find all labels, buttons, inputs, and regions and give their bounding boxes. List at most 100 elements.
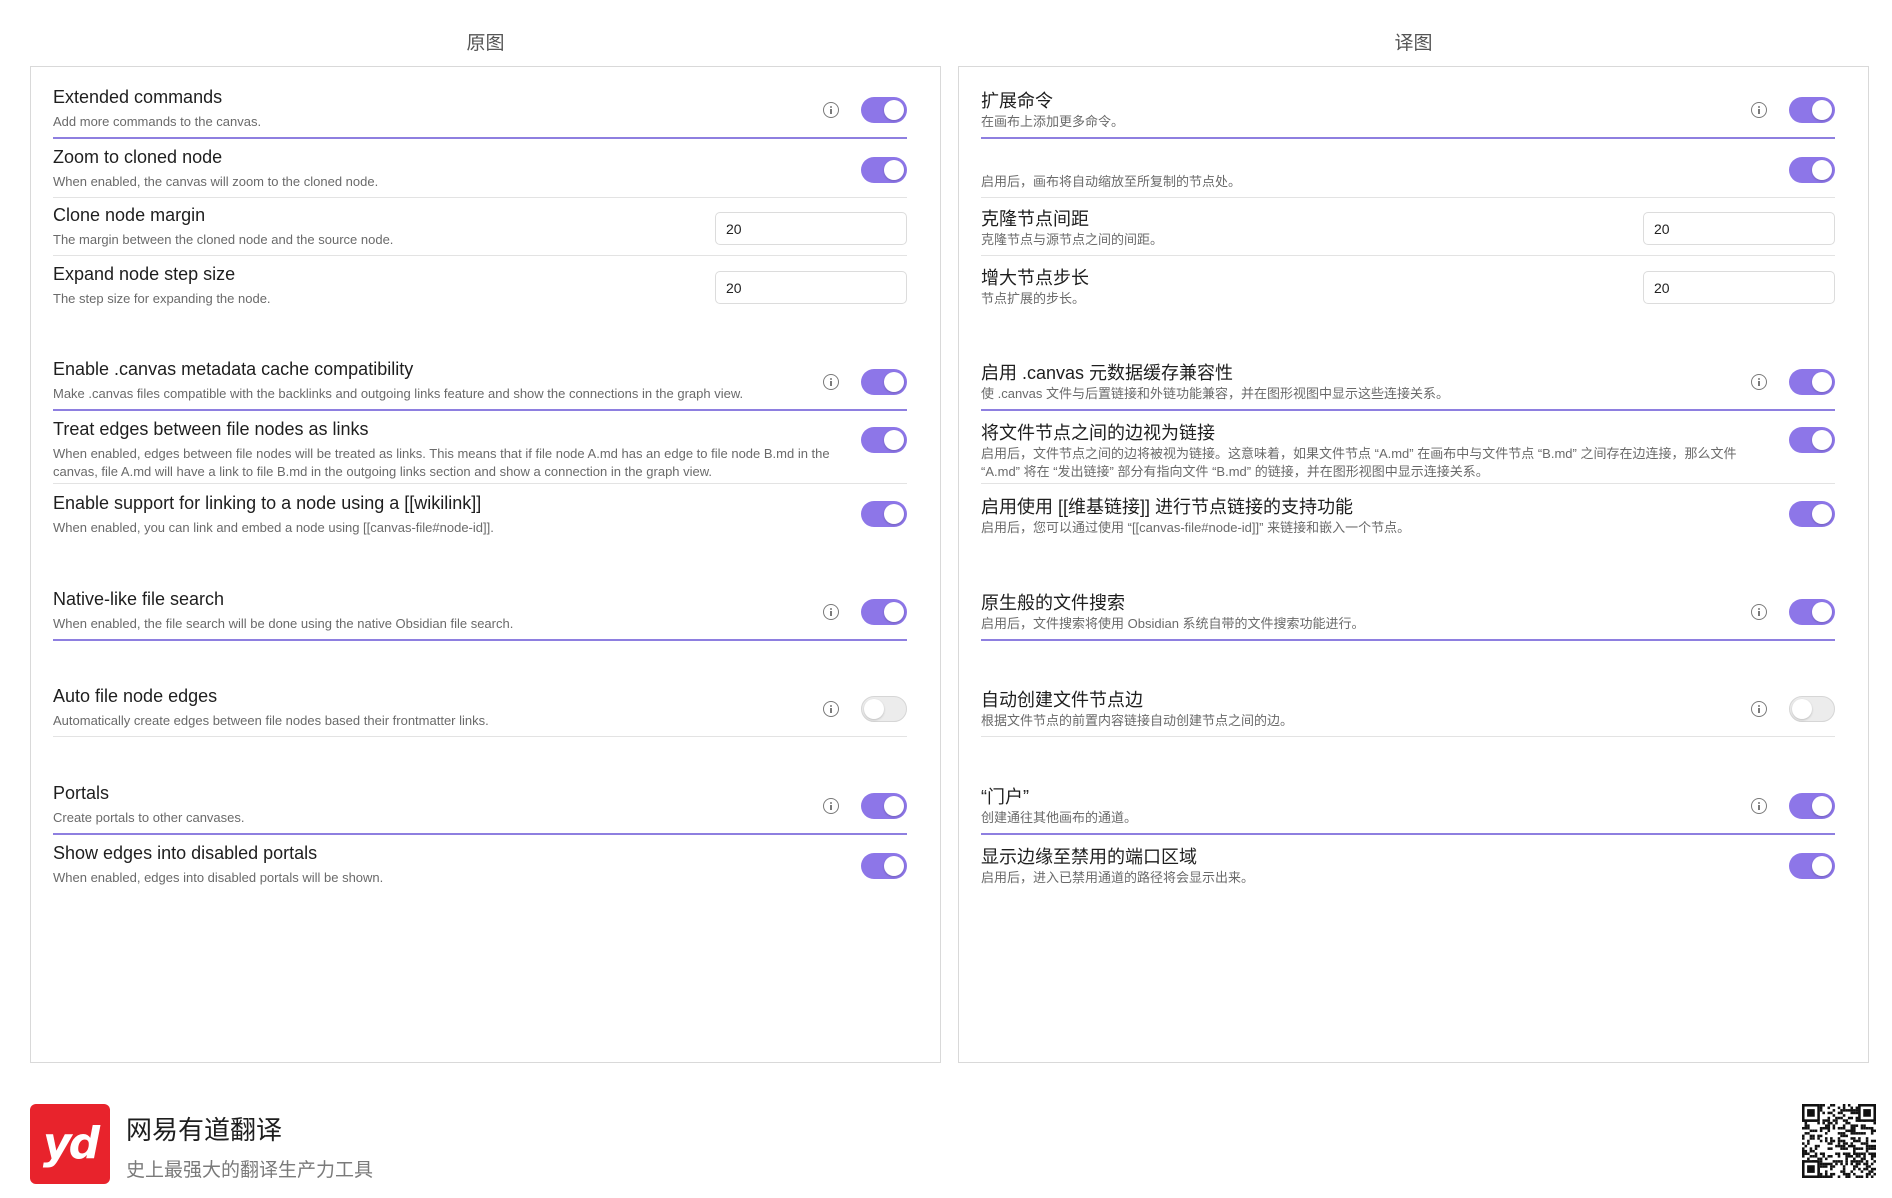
setting-description: When enabled, the file search will be do… [53, 616, 514, 631]
toggle-switch[interactable] [1789, 97, 1835, 123]
setting-name: Native-like file search [53, 589, 225, 609]
setting-name: Enable .canvas metadata cache compatibil… [53, 359, 414, 379]
setting-description: When enabled, the canvas will zoom to th… [53, 174, 379, 189]
setting-row: Enable .canvas metadata cache compatibil… [53, 351, 907, 411]
setting-name: 启用使用 [[维基链接]] 进行节点链接的支持功能 [981, 497, 1354, 517]
info-icon[interactable] [823, 102, 839, 118]
translated-settings-panel: 扩展命令 在画布上添加更多命令。 启用后，画布将自动缩放至所复制的节点处。 克隆节点间… [958, 66, 1869, 1063]
setting-row: 原生般的文件搜索启用后，文件搜索将使用 Obsidian 系统自带的文件搜索功能… [981, 581, 1835, 641]
setting-description: 节点扩展的步长。 [981, 291, 1086, 306]
setting-row: Clone node margin The margin between the … [53, 197, 907, 256]
setting-name: 启用 .canvas 元数据缓存兼容性 [981, 363, 1234, 383]
toggle-switch[interactable] [861, 853, 907, 879]
setting-row: 显示边缘至禁用的端口区域 启用后，进入已禁用通道的路径将会显示出来。 [981, 835, 1835, 895]
number-input[interactable] [715, 271, 907, 304]
toggle-knob [1812, 100, 1832, 120]
setting-description: 创建通往其他画布的通道。 [981, 810, 1138, 825]
toggle-switch[interactable] [1789, 369, 1835, 395]
setting-name: Clone node margin [53, 205, 206, 225]
row-divider [981, 639, 1835, 641]
toggle-knob [884, 430, 904, 450]
toggle-switch[interactable] [861, 427, 907, 453]
row-divider [53, 639, 907, 641]
toggle-knob [884, 100, 904, 120]
setting-description: Make .canvas files compatible with the b… [53, 386, 744, 401]
info-icon[interactable] [1751, 701, 1767, 717]
toggle-switch[interactable] [1789, 427, 1835, 453]
setting-description: 启用后，文件搜索将使用 Obsidian 系统自带的文件搜索功能进行。 [981, 616, 1365, 631]
toggle-knob [864, 699, 884, 719]
toggle-switch[interactable] [861, 97, 907, 123]
toggle-knob [884, 504, 904, 524]
toggle-switch[interactable] [861, 369, 907, 395]
setting-name: 增大节点步长 [981, 268, 1089, 288]
toggle-switch[interactable] [1789, 853, 1835, 879]
setting-description: Automatically create edges between file … [53, 713, 489, 728]
setting-name: 原生般的文件搜索 [981, 593, 1125, 613]
toggle-switch[interactable] [861, 501, 907, 527]
setting-description: 启用后，画布将自动缩放至所复制的节点处。 [981, 174, 1242, 189]
setting-row: Portals Create portals to other canvases. [53, 775, 907, 835]
setting-row: 增大节点步长节点扩展的步长。 [981, 256, 1835, 316]
number-input[interactable] [1643, 212, 1835, 245]
setting-name: Expand node step size [53, 264, 236, 284]
page: 原图 译图 Extended commands Add more commands… [0, 0, 1892, 1198]
toggle-knob [1812, 160, 1832, 180]
setting-row: Extended commands Add more commands to th… [53, 77, 907, 139]
toggle-knob [884, 602, 904, 622]
setting-row: 将文件节点之间的边视为链接启用后，文件节点之间的边将被视为链接。这意味着，如果文… [981, 411, 1835, 484]
brand-slogan: 史上最强大的翻译生产力工具 [126, 1160, 374, 1181]
toggle-knob [1812, 856, 1832, 876]
info-icon[interactable] [823, 798, 839, 814]
info-icon[interactable] [1751, 798, 1767, 814]
original-column-title: 原图 [466, 33, 505, 54]
toggle-knob [1812, 796, 1832, 816]
toggle-knob [884, 372, 904, 392]
setting-row: Auto file node edges Automatically create… [53, 678, 907, 737]
setting-row: “门户” 创建通往其他画布的通道。 [981, 775, 1835, 835]
row-divider [53, 483, 907, 484]
info-icon[interactable] [1751, 604, 1767, 620]
toggle-switch[interactable] [1789, 157, 1835, 183]
info-icon[interactable] [823, 374, 839, 390]
setting-description: 启用后，文件节点之间的边将被视为链接。这意味着，如果文件节点 “A.md” 在画… [981, 446, 1737, 479]
setting-row: Enable support for linking to a node usi… [53, 485, 907, 545]
info-icon[interactable] [1751, 102, 1767, 118]
toggle-knob [1812, 504, 1832, 524]
number-input[interactable] [715, 212, 907, 245]
setting-row: Show edges into disabled portals When ena… [53, 835, 907, 895]
setting-description: When enabled, edges between file nodes w… [53, 446, 830, 479]
info-icon[interactable] [1751, 374, 1767, 390]
original-settings-panel: Extended commands Add more commands to th… [30, 66, 941, 1063]
setting-description: 使 .canvas 文件与后置链接和外链功能兼容，并在图形视图中显示这些连接关系… [981, 386, 1450, 401]
setting-row: 克隆节点间距 克隆节点与源节点之间的间距。 [981, 197, 1835, 256]
setting-name: Portals [53, 783, 110, 803]
toggle-switch[interactable] [861, 157, 907, 183]
setting-name: 将文件节点之间的边视为链接 [981, 423, 1215, 443]
toggle-switch[interactable] [861, 793, 907, 819]
toggle-knob [884, 856, 904, 876]
number-input[interactable] [1643, 271, 1835, 304]
setting-description: Add more commands to the canvas. [53, 114, 262, 129]
setting-description: 启用后，您可以通过使用 “[[canvas-file#node-id]]” 来链… [981, 520, 1411, 535]
toggle-switch[interactable] [861, 599, 907, 625]
row-divider [981, 483, 1835, 484]
setting-row: 启用 .canvas 元数据缓存兼容性使 .canvas 文件与后置链接和外链功… [981, 351, 1835, 411]
row-divider [53, 736, 907, 737]
toggle-switch[interactable] [1789, 793, 1835, 819]
toggle-switch[interactable] [1789, 599, 1835, 625]
toggle-switch[interactable] [861, 696, 907, 722]
setting-name: Treat edges between file nodes as links [53, 419, 369, 439]
toggle-knob [884, 796, 904, 816]
toggle-switch[interactable] [1789, 501, 1835, 527]
youdao-logo: yd [30, 1104, 110, 1184]
setting-name: Extended commands [53, 87, 223, 107]
toggle-switch[interactable] [1789, 696, 1835, 722]
setting-description: 根据文件节点的前置内容链接自动创建节点之间的边。 [981, 713, 1294, 728]
info-icon[interactable] [823, 604, 839, 620]
setting-row: Treat edges between file nodes as links W… [53, 411, 907, 484]
toggle-knob [1812, 602, 1832, 622]
setting-row: Zoom to cloned node When enabled, the can… [53, 137, 907, 198]
info-icon[interactable] [823, 701, 839, 717]
setting-name: 自动创建文件节点边 [981, 690, 1143, 710]
